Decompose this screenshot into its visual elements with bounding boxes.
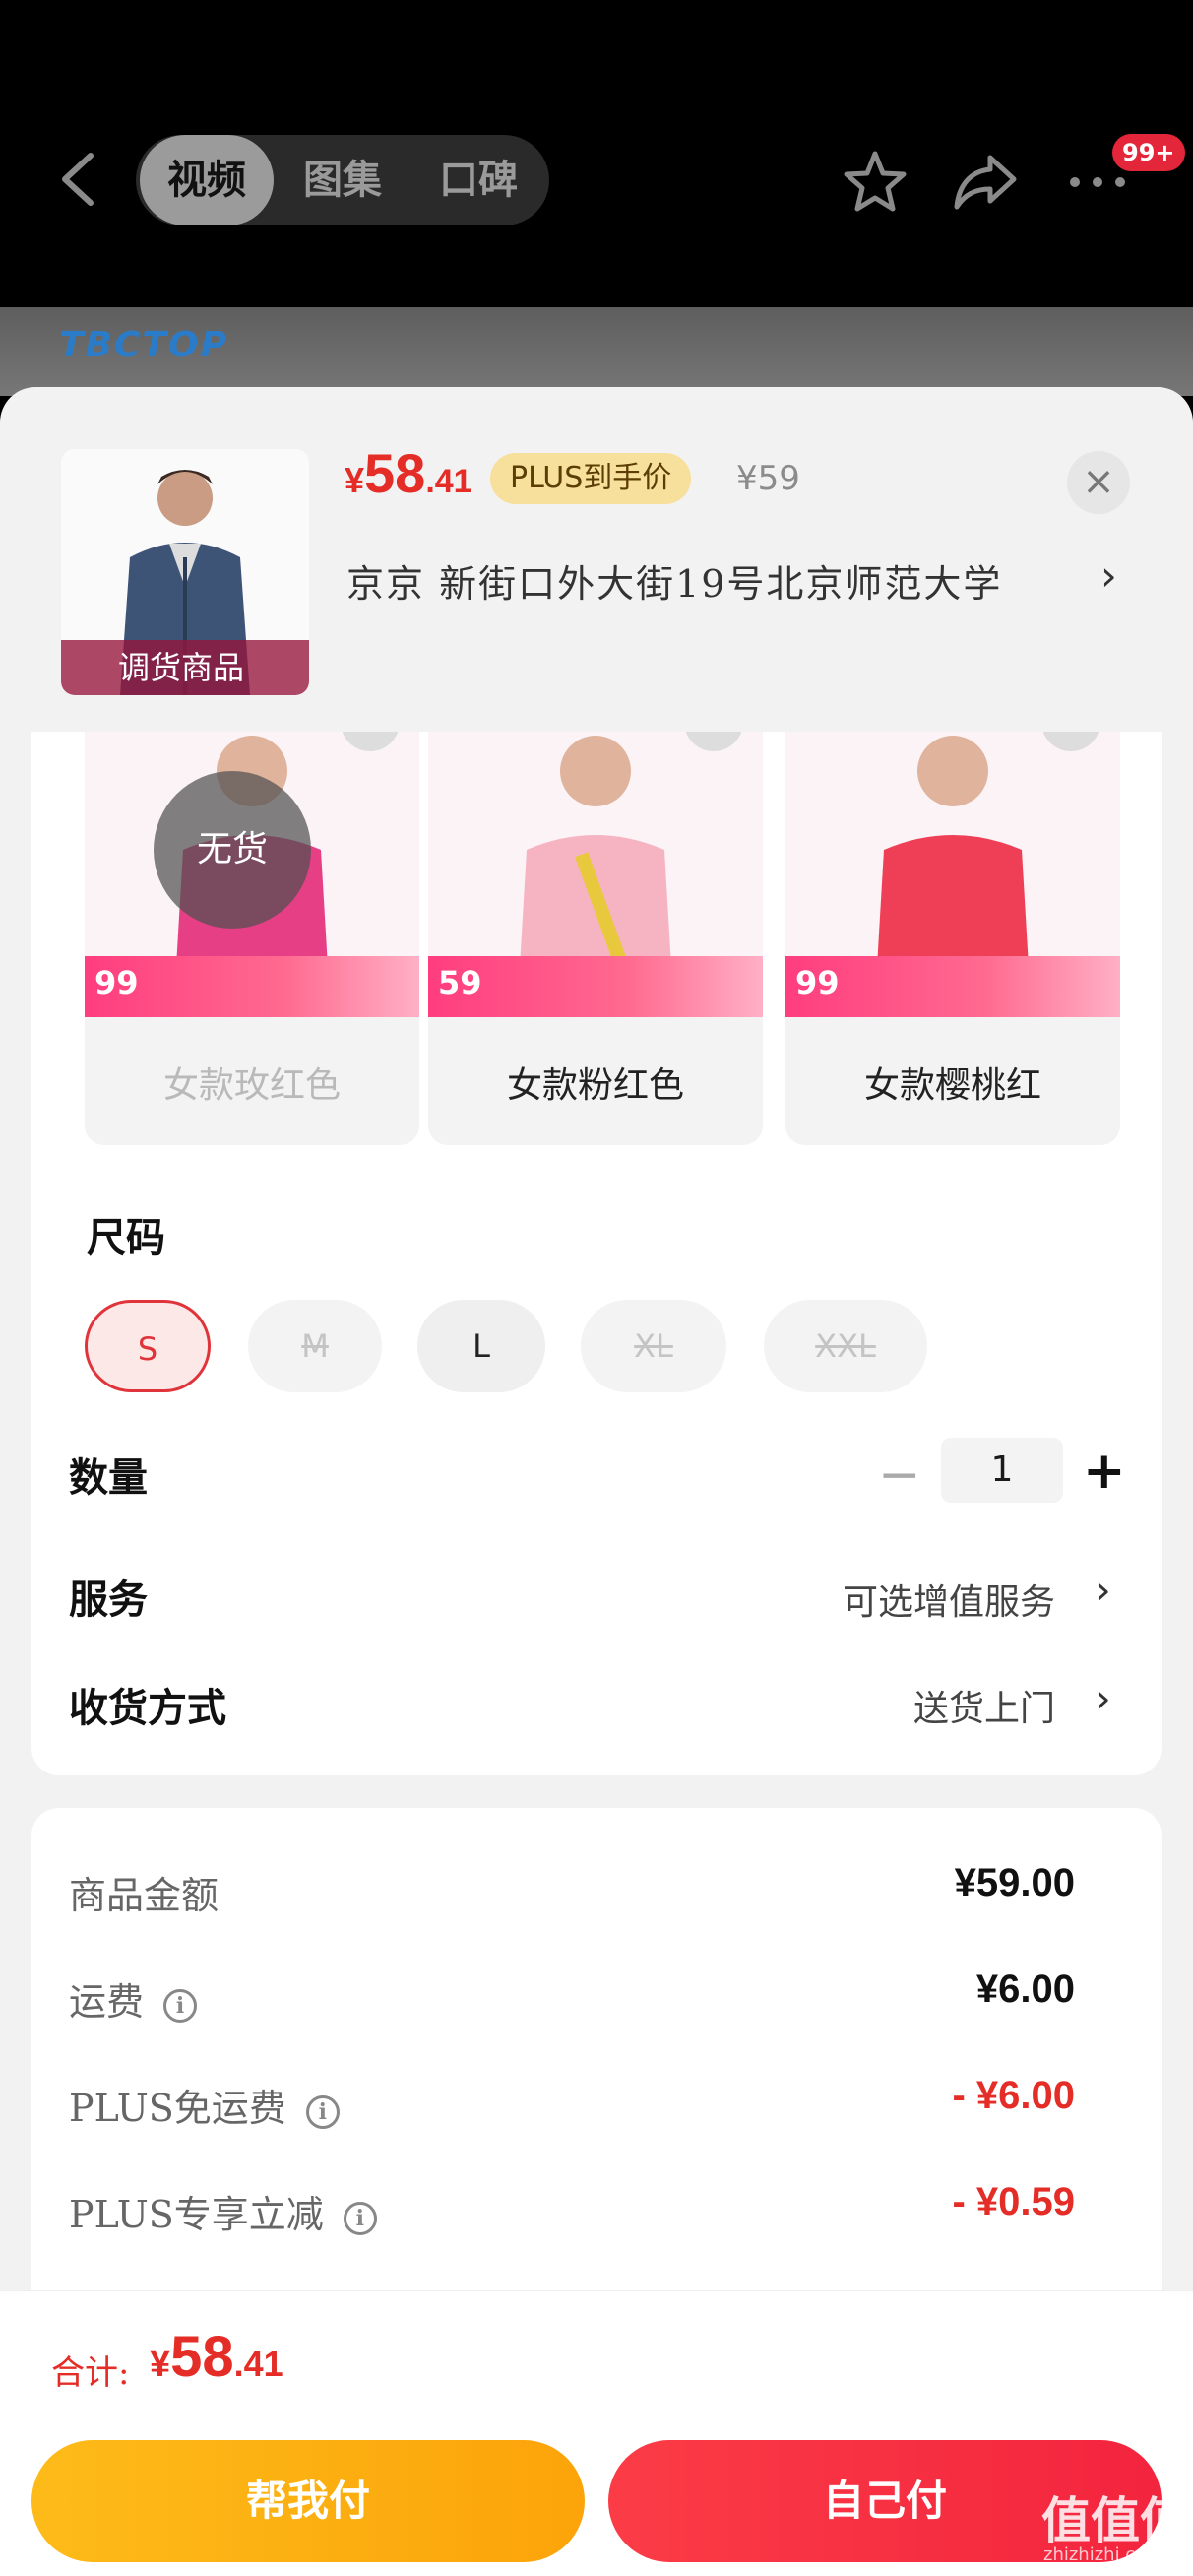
plus-free-shipping-value: - ¥6.00 — [952, 2074, 1075, 2117]
color-option[interactable]: 99 女款樱桃红 — [785, 732, 1120, 1145]
size-option-m[interactable]: M — [248, 1300, 382, 1392]
size-option-xxl[interactable]: XXL — [764, 1300, 927, 1392]
notification-badge: 99+ — [1112, 134, 1185, 171]
service-label: 服务 — [69, 1577, 148, 1623]
service-value[interactable]: 可选增值服务 — [843, 1574, 1055, 1625]
shipping-value: ¥6.00 — [975, 1967, 1075, 2011]
total-label: 合计: — [51, 2353, 130, 2393]
info-icon[interactable]: i — [305, 2094, 340, 2129]
back-arrow-icon[interactable] — [51, 148, 106, 211]
info-icon[interactable]: i — [343, 2201, 377, 2235]
plus-discount-value: - ¥0.59 — [952, 2180, 1075, 2223]
variant-price: 99 — [795, 964, 840, 1001]
media-tabs: 视频 图集 口碑 — [136, 135, 549, 225]
help-me-pay-button[interactable]: 帮我付 — [31, 2440, 585, 2562]
watermark-url: zhizhizhi.com — [1043, 2544, 1163, 2565]
variant-price: 99 — [94, 964, 139, 1001]
tab-video[interactable]: 视频 — [140, 135, 274, 225]
delivery-address[interactable]: 京京 新街口外大街19号北京师范大学 — [346, 553, 1075, 608]
product-price: ¥58.41 — [345, 442, 472, 504]
color-option[interactable]: 99 无货 女款玫红色 — [85, 732, 419, 1145]
size-option-l[interactable]: L — [417, 1300, 545, 1392]
original-price: ¥59 — [736, 459, 800, 498]
size-option-s[interactable]: S — [85, 1300, 211, 1392]
variant-price: 59 — [438, 964, 482, 1001]
brand-logo: TBCTOP — [59, 325, 228, 365]
decrease-quantity-button[interactable]: − — [878, 1446, 921, 1505]
chevron-right-icon[interactable]: › — [1095, 1566, 1111, 1614]
share-icon[interactable] — [951, 148, 1020, 217]
thumb-tag: 调货商品 — [61, 640, 309, 695]
subtotal-value: ¥59.00 — [954, 1861, 1075, 1904]
chevron-right-icon[interactable]: › — [1100, 551, 1117, 600]
watermark: 值值值 — [1041, 2492, 1189, 2549]
shipping-label: 运费 i — [69, 1971, 198, 2026]
plus-discount-label: PLUS专享立减 i — [69, 2184, 377, 2238]
tab-reviews[interactable]: 口碑 — [411, 135, 545, 225]
subtotal-label: 商品金额 — [69, 1874, 220, 1917]
delivery-value[interactable]: 送货上门 — [913, 1680, 1055, 1731]
plus-price-badge: PLUS到手价 — [490, 453, 692, 504]
tab-gallery[interactable]: 图集 — [276, 135, 409, 225]
quantity-label: 数量 — [69, 1454, 148, 1501]
chevron-right-icon[interactable]: › — [1095, 1674, 1111, 1722]
color-label: 女款玫红色 — [162, 1065, 341, 1106]
color-label: 女款粉红色 — [506, 1065, 684, 1106]
color-label: 女款樱桃红 — [863, 1065, 1041, 1106]
star-icon[interactable] — [841, 148, 910, 217]
total-price: ¥58.41 — [150, 2325, 283, 2389]
quantity-input[interactable]: 1 — [941, 1438, 1063, 1503]
close-button[interactable]: × — [1067, 451, 1130, 514]
increase-quantity-button[interactable]: + — [1083, 1442, 1126, 1501]
color-option[interactable]: 59 女款粉红色 — [428, 732, 763, 1145]
size-title: 尺码 — [87, 1214, 165, 1260]
info-icon[interactable]: i — [163, 1988, 198, 2023]
plus-free-shipping-label: PLUS免运费 i — [69, 2078, 340, 2132]
out-of-stock-badge: 无货 — [154, 771, 311, 929]
size-option-xl[interactable]: XL — [581, 1300, 726, 1392]
delivery-label: 收货方式 — [69, 1685, 226, 1731]
close-icon: × — [1082, 459, 1115, 504]
